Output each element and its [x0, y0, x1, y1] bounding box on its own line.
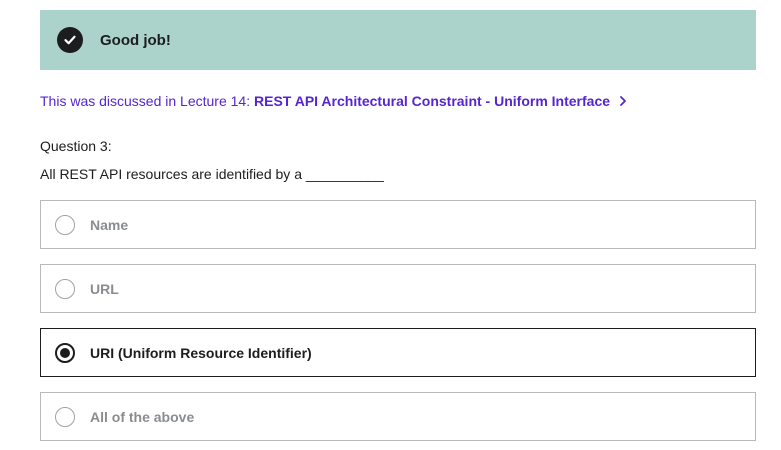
question-text: All REST API resources are identified by…	[40, 166, 384, 182]
radio-button[interactable]	[55, 278, 75, 299]
option-uri[interactable]: URI (Uniform Resource Identifier)	[40, 328, 756, 377]
radio-button[interactable]	[55, 406, 75, 427]
lecture-reference: This was discussed in Lecture 14: REST A…	[40, 93, 627, 109]
lecture-reference-prefix: This was discussed in Lecture 14:	[40, 93, 254, 109]
option-name[interactable]: Name	[40, 200, 756, 249]
option-url[interactable]: URL	[40, 264, 756, 313]
option-label: URL	[90, 280, 119, 297]
success-banner: Good job!	[40, 10, 756, 70]
chevron-right-icon[interactable]	[619, 95, 627, 107]
radio-selected-dot	[60, 347, 70, 358]
lecture-link[interactable]: REST API Architectural Constraint - Unif…	[254, 93, 610, 109]
check-circle-icon	[57, 27, 83, 53]
answer-options: Name URL URI (Uniform Resource Identifie…	[40, 200, 756, 450]
option-all-of-the-above[interactable]: All of the above	[40, 392, 756, 441]
quiz-result-page: Good job! This was discussed in Lecture …	[0, 0, 781, 450]
banner-text: Good job!	[100, 31, 171, 49]
option-label: Name	[90, 216, 129, 233]
question-number: Question 3:	[40, 138, 112, 154]
option-label: URI (Uniform Resource Identifier)	[90, 344, 312, 361]
radio-button[interactable]	[55, 342, 75, 363]
option-label: All of the above	[90, 408, 195, 425]
radio-button[interactable]	[55, 214, 75, 235]
